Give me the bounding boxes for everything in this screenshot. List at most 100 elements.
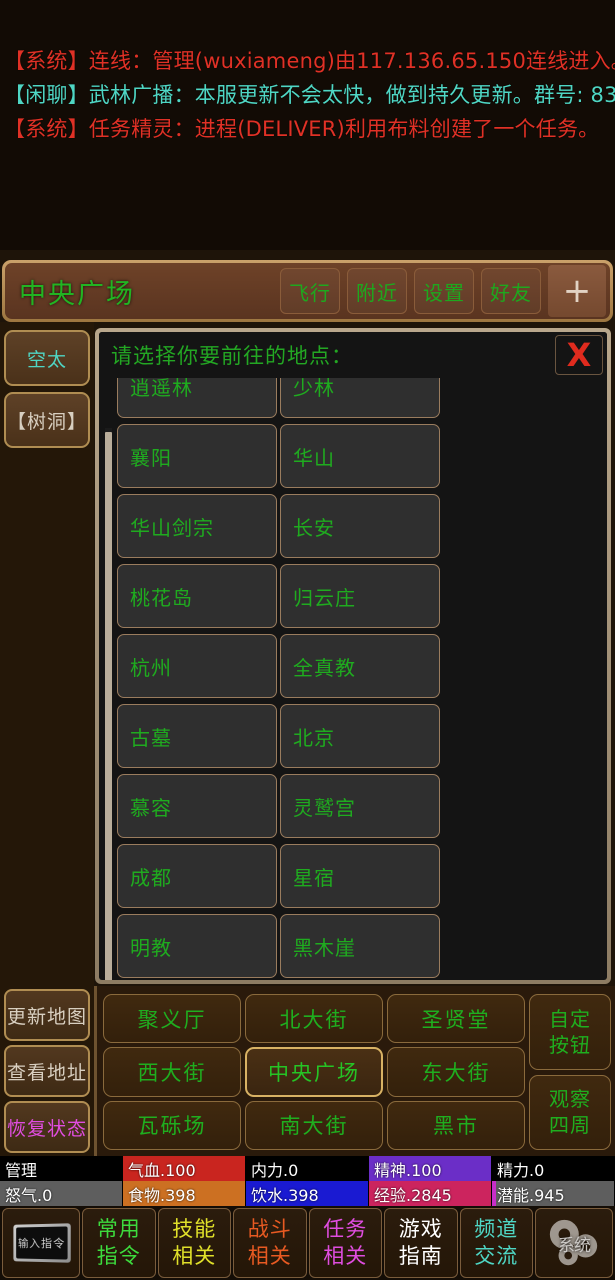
map-cell[interactable]: 东大街 — [387, 1047, 525, 1097]
dialog-body[interactable]: 逍遥林 少林 襄阳 华山 华山剑宗 长安 桃花岛 归云庄 杭州 全真教 古墓 北京 慕容 灵鹫宫 成都 星宿明… — [99, 378, 607, 980]
toolbar-button[interactable]: 常用 指令 — [82, 1208, 156, 1278]
map-cell[interactable]: 聚义厅 — [103, 994, 241, 1044]
chat-log[interactable]: 【系统】连线：管理(wuxiameng)由117.136.65.150连线进入。… — [0, 0, 615, 250]
status-bars: 管理 气血.100 内力.0 精神.100 精力.0 怒气.0 食物.398 饮水.398 经… — [0, 1156, 615, 1206]
status-bar-label: 潜能.945 — [497, 1185, 565, 1205]
toolbar-button-line2: 相关 — [247, 1244, 292, 1268]
current-location-title: 中央广场 — [19, 278, 135, 310]
sidebar-item-treehole[interactable]: 【树洞】 — [4, 392, 90, 448]
sidebar-item-player[interactable]: 空太 — [4, 330, 90, 386]
destination-cell[interactable]: 成都 — [117, 844, 277, 908]
destination-cell[interactable]: 北京 — [280, 704, 440, 768]
destination-cell[interactable]: 归云庄 — [280, 564, 440, 628]
toolbar-button-line2: 相关 — [172, 1244, 217, 1268]
command-input-label: 输入指令 — [16, 1226, 68, 1260]
status-bar: 怒气.0 — [0, 1181, 123, 1206]
game-client-screen: 【系统】连线：管理(wuxiameng)由117.136.65.150连线进入。… — [0, 0, 615, 1280]
custom-button[interactable]: 自定 按钮 — [529, 994, 611, 1070]
update-map-button[interactable]: 更新地图 — [4, 989, 90, 1041]
destination-cell[interactable]: 慕容 — [117, 774, 277, 838]
destination-cell[interactable]: 桃花岛 — [117, 564, 277, 628]
status-bar-label: 气血.100 — [128, 1160, 196, 1180]
map-panel: 更新地图 查看地址 恢复状态 聚义厅 北大街 圣贤堂西大街 中央广场 东大街瓦砾场 南大街… — [0, 986, 615, 1156]
location-header: 中央广场 飞行 附近 设置 好友 + — [2, 260, 613, 322]
restore-state-button[interactable]: 恢复状态 — [4, 1101, 90, 1153]
toolbar-button-line1: 游戏 — [398, 1217, 443, 1241]
map-cell[interactable]: 北大街 — [245, 994, 383, 1044]
map-cell[interactable]: 圣贤堂 — [387, 994, 525, 1044]
add-icon[interactable]: + — [548, 265, 606, 317]
custom-button-line2: 按钮 — [549, 1032, 591, 1057]
destination-cell[interactable]: 长安 — [280, 494, 440, 558]
status-bar-label: 饮水.398 — [251, 1185, 319, 1205]
map-cell[interactable]: 西大街 — [103, 1047, 241, 1097]
dialog-title: 请选择你要前往的地点： — [111, 344, 353, 368]
map-side-label: 恢复状态 — [6, 1117, 87, 1140]
status-bar-label: 精力.0 — [497, 1160, 545, 1180]
header-button-fly[interactable]: 飞行 — [280, 268, 340, 314]
look-around-button[interactable]: 观察 四周 — [529, 1074, 611, 1150]
scrollbar-thumb[interactable] — [105, 432, 112, 980]
custom-button-line1: 自定 — [549, 1006, 591, 1031]
status-bar: 潜能.945 — [492, 1181, 615, 1206]
header-button-nearby[interactable]: 附近 — [347, 268, 407, 314]
toolbar-button-line2: 交流 — [474, 1244, 519, 1268]
toolbar-button[interactable]: 频道 交流 — [459, 1208, 533, 1278]
status-bar-label: 管理 — [5, 1160, 38, 1180]
command-input-button[interactable]: 输入指令 — [2, 1208, 80, 1278]
system-label: 系统 — [558, 1235, 591, 1256]
toolbar-button-line2: 指南 — [398, 1244, 443, 1268]
header-button-friends[interactable]: 好友 — [481, 268, 541, 314]
look-around-line1: 观察 — [549, 1087, 591, 1112]
destination-cell[interactable]: 杭州 — [117, 634, 277, 698]
view-address-button[interactable]: 查看地址 — [4, 1045, 90, 1097]
toolbar-button[interactable]: 战斗 相关 — [233, 1208, 307, 1278]
system-settings-button[interactable]: 系统 — [535, 1208, 613, 1278]
status-bar: 经验.2845 — [369, 1181, 492, 1206]
toolbar-button-line2: 指令 — [96, 1244, 141, 1268]
close-icon[interactable]: X — [555, 335, 603, 375]
status-bar-label: 食物.398 — [128, 1185, 196, 1205]
destination-cell[interactable]: 华山剑宗 — [117, 494, 277, 558]
destination-cell[interactable]: 逍遥林 — [117, 378, 277, 418]
map-right-buttons: 自定 按钮 观察 四周 — [529, 988, 615, 1156]
map-cell[interactable]: 瓦砾场 — [103, 1100, 241, 1150]
map-grid: 聚义厅 北大街 圣贤堂西大街 中央广场 东大街瓦砾场 南大街 黑市 — [97, 988, 529, 1156]
dialog-header: 请选择你要前往的地点： X — [99, 332, 607, 378]
toolbar-button[interactable]: 任务 相关 — [308, 1208, 382, 1278]
status-bar: 饮水.398 — [246, 1181, 369, 1206]
map-side-buttons: 更新地图 查看地址 恢复状态 — [0, 986, 94, 1156]
status-bar-fill — [492, 1181, 496, 1206]
screen-icon: 输入指令 — [13, 1223, 71, 1263]
gear-icon: 系统 — [543, 1215, 605, 1271]
destination-cell[interactable]: 华山 — [280, 424, 440, 488]
destination-cell[interactable]: 黑木崖 — [280, 914, 440, 978]
destination-cell[interactable]: 灵鹫宫 — [280, 774, 440, 838]
toolbar-button[interactable]: 游戏 指南 — [384, 1208, 458, 1278]
status-bar-label: 经验.2845 — [374, 1185, 452, 1205]
status-row-1: 管理 气血.100 内力.0 精神.100 精力.0 — [0, 1156, 615, 1181]
destination-cell[interactable]: 襄阳 — [117, 424, 277, 488]
destination-cell[interactable]: 少林 — [280, 378, 440, 418]
destination-cell[interactable]: 古墓 — [117, 704, 277, 768]
map-cell-current[interactable]: 中央广场 — [245, 1047, 383, 1097]
map-cell[interactable]: 南大街 — [245, 1100, 383, 1150]
bottom-toolbar: 输入指令 常用指令技能相关战斗相关任务相关游戏指南频道交流 — [0, 1206, 615, 1280]
status-bar: 气血.100 — [123, 1156, 246, 1181]
destination-cell[interactable]: 星宿 — [280, 844, 440, 908]
map-side-label: 更新地图 — [6, 1005, 87, 1028]
toolbar-button[interactable]: 技能 相关 — [157, 1208, 231, 1278]
status-bar-label: 怒气.0 — [5, 1185, 53, 1205]
destination-dialog: 请选择你要前往的地点： X 逍遥林 少林 襄阳 华山 华山剑宗 长安 桃花岛 归云庄 杭州 全真教… — [95, 328, 611, 984]
chat-line: 【系统】连线：管理(wuxiameng)由117.136.65.150连线进入。 — [4, 49, 615, 73]
status-row-2: 怒气.0 食物.398 饮水.398 经验.2845 潜能.945 — [0, 1181, 615, 1206]
header-button-settings[interactable]: 设置 — [414, 268, 474, 314]
destination-cell[interactable]: 明教 — [117, 914, 277, 978]
map-cell[interactable]: 黑市 — [387, 1100, 525, 1150]
toolbar-button-line1: 频道 — [474, 1217, 519, 1241]
chat-line: 【闲聊】武林广播：本服更新不会太快，做到持久更新。群号: 8350 — [4, 83, 615, 107]
status-bar-label: 内力.0 — [251, 1160, 299, 1180]
destination-cell[interactable]: 全真教 — [280, 634, 440, 698]
status-bar: 精神.100 — [369, 1156, 492, 1181]
sidebar-item-label: 【树洞】 — [6, 410, 87, 433]
